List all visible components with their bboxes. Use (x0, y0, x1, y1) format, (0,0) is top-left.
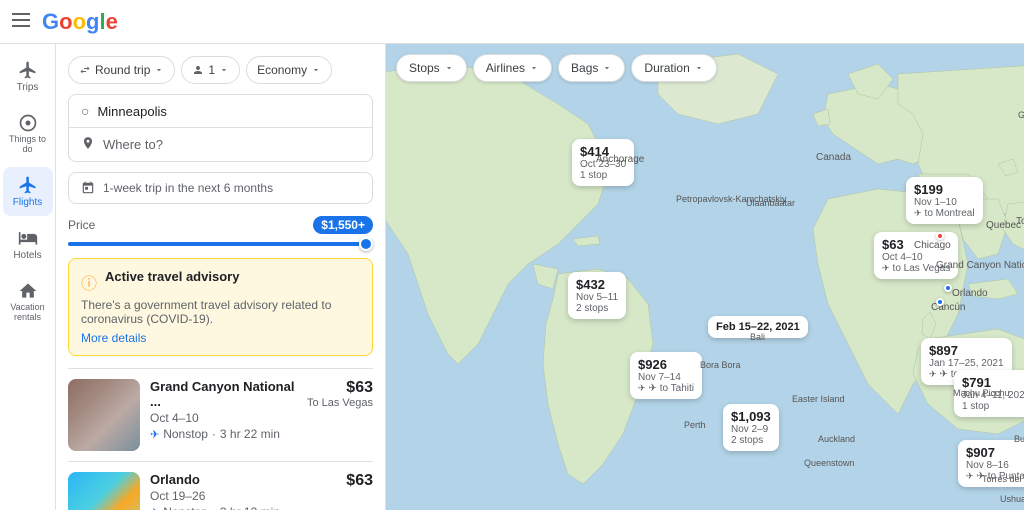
result-price-sub-0: To Las Vegas (307, 397, 373, 409)
slider-thumb[interactable] (359, 237, 373, 251)
result-name-0: Grand Canyon National ... (150, 379, 297, 409)
cabin-button[interactable]: Economy (246, 56, 332, 84)
date-row[interactable]: 1-week trip in the next 6 months (68, 172, 373, 204)
passengers-button[interactable]: 1 (181, 56, 240, 84)
advisory-icon: ⓘ (81, 270, 97, 294)
result-dates-1: Oct 19–26 (150, 489, 336, 503)
price-bubble-2[interactable]: $63Oct 4–10✈ to Las Vegas (874, 232, 958, 279)
price-badge: $1,550+ (313, 216, 373, 234)
map-dot-1 (944, 284, 952, 292)
result-name-1: Orlando (150, 472, 336, 487)
advisory-link[interactable]: More details (81, 331, 146, 345)
destination-icon (81, 136, 95, 153)
header: Google (0, 0, 1024, 44)
trip-type-button[interactable]: Round trip (68, 56, 175, 84)
price-bubble-10[interactable]: $907Nov 8–16✈ ✈ to Punta Arenas (958, 440, 1024, 487)
map-area[interactable]: Stops Airlines Bags Duration $414Oct 23–… (386, 44, 1024, 510)
destination-row (69, 128, 372, 161)
result-flight-0: ✈ Nonstop · 3 hr 22 min (150, 427, 297, 441)
result-duration-0: 3 hr 22 min (220, 427, 280, 441)
price-bubble-4[interactable]: $926Nov 7–14✈ ✈ to Tahiti (630, 352, 702, 399)
filter-bags-label: Bags (571, 61, 598, 75)
result-duration-1: 3 hr 13 min (220, 505, 280, 510)
advisory-text: There's a government travel advisory rel… (81, 298, 360, 326)
result-thumb-1 (68, 472, 140, 510)
result-dates-0: Oct 4–10 (150, 411, 297, 425)
nonstop-icon-1: ✈ (150, 506, 159, 510)
result-price-row-1: $63 (346, 472, 373, 510)
price-slider[interactable] (68, 242, 373, 246)
result-card-0[interactable]: Grand Canyon National ... Oct 4–10 ✈ Non… (68, 368, 373, 461)
location-inputs: ○ (68, 94, 373, 162)
sidebar-nav: Trips Things to do Flights Hotels Vacati… (0, 44, 56, 510)
trip-options: Round trip 1 Economy (68, 56, 373, 84)
price-bubble-6[interactable]: Feb 15–22, 2021 (708, 316, 808, 338)
search-panel: Round trip 1 Economy ○ (56, 44, 386, 510)
sidebar-item-trips[interactable]: Trips (3, 52, 53, 101)
cabin-label: Economy (257, 63, 307, 77)
sidebar-item-vacation-rentals-label: Vacation rentals (7, 303, 49, 323)
google-logo: Google (42, 9, 118, 35)
price-section: Price $1,550+ (68, 216, 373, 246)
result-flight-type-0: Nonstop (163, 427, 208, 441)
filter-bags-button[interactable]: Bags (558, 54, 625, 82)
sidebar-item-hotels-label: Hotels (13, 250, 41, 261)
result-flight-type-1: Nonstop (163, 505, 208, 510)
sidebar-item-flights-label: Flights (13, 197, 42, 208)
sidebar-item-hotels[interactable]: Hotels (3, 220, 53, 269)
sidebar-item-trips-label: Trips (17, 82, 39, 93)
result-card-1[interactable]: Orlando Oct 19–26 ✈ Nonstop · 3 hr 13 mi… (68, 461, 373, 510)
sidebar-item-flights[interactable]: Flights (3, 167, 53, 216)
destination-input[interactable] (103, 137, 360, 152)
price-bubble-0[interactable]: $414Oct 23–301 stop (572, 139, 634, 186)
sidebar-item-things-to-do[interactable]: Things to do (3, 105, 53, 163)
filter-airlines-label: Airlines (486, 61, 525, 75)
price-bubble-1[interactable]: $199Nov 1–10✈ to Montreal (906, 177, 983, 224)
advisory-title: Active travel advisory (105, 269, 239, 284)
sidebar-item-vacation-rentals[interactable]: Vacation rentals (3, 273, 53, 331)
filter-stops-label: Stops (409, 61, 440, 75)
main-container: Trips Things to do Flights Hotels Vacati… (0, 44, 1024, 510)
result-flight-1: ✈ Nonstop · 3 hr 13 min (150, 505, 336, 510)
sidebar-item-things-to-do-label: Things to do (7, 135, 49, 155)
menu-icon[interactable] (12, 11, 30, 32)
filter-duration-button[interactable]: Duration (631, 54, 716, 82)
price-label: Price (68, 218, 95, 232)
passengers-label: 1 (208, 63, 215, 77)
filter-airlines-button[interactable]: Airlines (473, 54, 552, 82)
trip-type-label: Round trip (95, 63, 150, 77)
result-info-0: Grand Canyon National ... Oct 4–10 ✈ Non… (150, 379, 297, 451)
origin-row: ○ (69, 95, 372, 128)
filter-stops-button[interactable]: Stops (396, 54, 467, 82)
result-thumb-0 (68, 379, 140, 451)
result-price-row-0: $63 To Las Vegas (307, 379, 373, 451)
filter-bar: Stops Airlines Bags Duration (396, 54, 717, 82)
origin-icon: ○ (81, 103, 89, 119)
advisory: ⓘ Active travel advisory There's a gover… (68, 258, 373, 356)
filter-duration-label: Duration (644, 61, 689, 75)
price-bubble-9[interactable]: $791Jan 4–11, 20211 stop (954, 370, 1024, 417)
map-dot-0 (936, 232, 944, 240)
nonstop-icon-0: ✈ (150, 428, 159, 441)
origin-input[interactable] (97, 104, 360, 119)
price-bubble-3[interactable]: $432Nov 5–112 stops (568, 272, 626, 319)
price-bubble-5[interactable]: $1,093Nov 2–92 stops (723, 404, 779, 451)
map-dot-2 (936, 298, 944, 306)
result-info-1: Orlando Oct 19–26 ✈ Nonstop · 3 hr 13 mi… (150, 472, 336, 510)
result-price-1: $63 (346, 472, 373, 490)
result-price-0: $63 (307, 379, 373, 397)
date-label: 1-week trip in the next 6 months (103, 181, 273, 195)
